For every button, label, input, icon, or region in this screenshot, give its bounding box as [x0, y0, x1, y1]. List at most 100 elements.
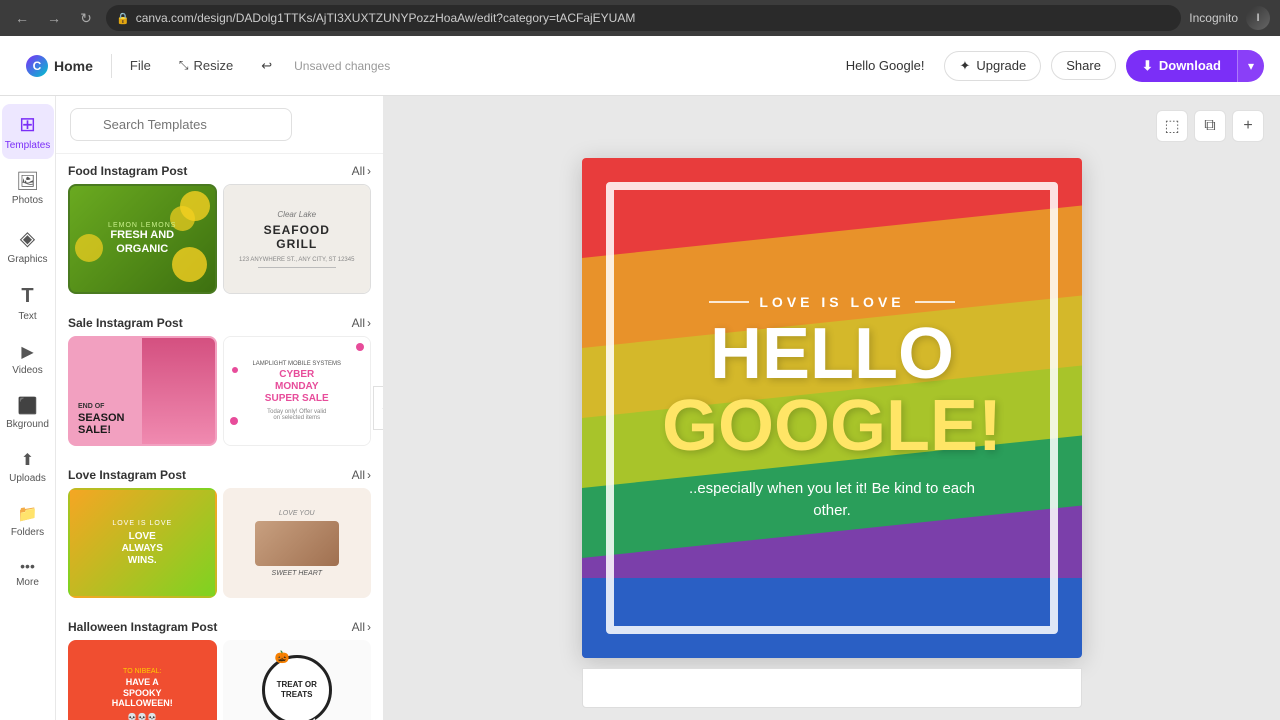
lock-icon: 🔒 — [116, 12, 130, 25]
header-right: Hello Google! ✦ Upgrade Share ⬇ Download… — [836, 50, 1264, 82]
url-bar[interactable]: 🔒 canva.com/design/DADolg1TTKs/AjTI3XUXT… — [106, 5, 1181, 31]
sidebar-item-uploads[interactable]: ⬆ Uploads — [2, 442, 54, 492]
download-main-button[interactable]: ⬇ Download — [1126, 50, 1237, 82]
halloween-template-2[interactable]: TREAT ORTREATS 🎃 🍬 A SPOOKY AFFAIR — [223, 640, 372, 720]
food-template-2[interactable]: Clear Lake SEAFOODGRILL 123 ANYWHERE ST.… — [223, 184, 372, 294]
text-icon: T — [21, 285, 33, 308]
love2-top: LOVE YOU — [279, 510, 315, 517]
photos-label: Photos — [12, 195, 43, 206]
uploads-icon: ⬆ — [21, 450, 34, 470]
food-section-title: Food Instagram Post — [68, 164, 187, 178]
halloween-section-title: Halloween Instagram Post — [68, 620, 217, 634]
food-template-1[interactable]: LEMON LEMONS Fresh andOrganic — [68, 184, 217, 294]
halloween2-title: TREAT ORTREATS — [277, 680, 317, 699]
sale-section-header: Sale Instagram Post All › — [68, 306, 371, 336]
sidebar-item-background[interactable]: ⬛ Bkground — [2, 388, 54, 438]
sidebar-item-graphics[interactable]: ◈ Graphics — [2, 218, 54, 273]
sidebar-item-folders[interactable]: 📁 Folders — [2, 496, 54, 546]
download-button-group: ⬇ Download ▾ — [1126, 50, 1264, 82]
more-label: More — [16, 577, 39, 588]
love2-bottom: SWEET HEART — [272, 570, 322, 577]
panel-collapse-button[interactable]: ‹ — [373, 386, 384, 430]
template-scroll: Food Instagram Post All › — [56, 154, 383, 720]
chevron-down-icon: ▾ — [1248, 59, 1254, 73]
love-line-left — [709, 301, 749, 303]
photos-icon: 🖼 — [16, 171, 39, 192]
home-button[interactable]: C Home — [16, 47, 103, 85]
download-dropdown-button[interactable]: ▾ — [1237, 50, 1264, 82]
upgrade-label: Upgrade — [976, 58, 1026, 73]
share-label: Share — [1066, 58, 1101, 73]
profile-avatar[interactable]: I — [1246, 6, 1270, 30]
upgrade-button[interactable]: ✦ Upgrade — [944, 51, 1041, 81]
frame-icon: ⬚ — [1164, 116, 1179, 136]
search-input[interactable] — [70, 108, 292, 141]
design-canvas[interactable]: LOVE IS LOVE HELLO GOOGLE! ..especially … — [582, 158, 1082, 658]
sale-section-all[interactable]: All › — [352, 316, 371, 330]
sale-template-2[interactable]: LAMPLIGHT MOBILE SYSTEMS CYBERMONDAYSUPE… — [223, 336, 372, 446]
undo-icon: ↩ — [261, 58, 272, 74]
download-arrow-icon: ⬇ — [1142, 58, 1153, 74]
sale2-title: CYBERMONDAYSUPER SALE — [265, 369, 329, 405]
sidebar-item-videos[interactable]: ▶ Videos — [2, 334, 54, 384]
reload-button[interactable]: ↻ — [74, 6, 98, 30]
icon-sidebar: ⊞ Templates 🖼 Photos ◈ Graphics T Text ▶… — [0, 96, 56, 720]
url-text: canva.com/design/DADolg1TTKs/AjTI3XUXTZU… — [136, 11, 636, 25]
sidebar-item-templates[interactable]: ⊞ Templates — [2, 104, 54, 159]
google-text: GOOGLE! — [662, 390, 1002, 462]
halloween-section-all[interactable]: All › — [352, 620, 371, 634]
love-template-2[interactable]: LOVE YOU SWEET HEART — [223, 488, 372, 598]
sidebar-item-photos[interactable]: 🖼 Photos — [2, 163, 54, 214]
copy-tool-button[interactable]: ⧉ — [1194, 110, 1226, 142]
sale-section: Sale Instagram Post All › END OF SEASONS… — [68, 306, 371, 446]
sale-section-title: Sale Instagram Post — [68, 316, 183, 330]
love-template-1[interactable]: LOVE IS LOVE LOVEALWAYSWINS. — [68, 488, 217, 598]
love-section-all[interactable]: All › — [352, 468, 371, 482]
undo-button[interactable]: ↩ — [251, 52, 282, 80]
love-is-love-text: LOVE IS LOVE — [709, 294, 954, 310]
back-button[interactable]: ← — [10, 6, 34, 30]
food2-title: SEAFOODGRILL — [264, 223, 330, 252]
folders-icon: 📁 — [18, 504, 38, 524]
food1-title-text: Fresh andOrganic — [108, 229, 176, 255]
chevron-right-icon: › — [367, 620, 371, 634]
browser-right: Incognito I — [1189, 6, 1270, 30]
sidebar-item-text[interactable]: T Text — [2, 277, 54, 330]
food2-subtitle: Clear Lake — [277, 210, 316, 219]
food-section: Food Instagram Post All › — [68, 154, 371, 294]
templates-label: Templates — [5, 140, 51, 151]
upgrade-star-icon: ✦ — [959, 58, 970, 74]
add-tool-button[interactable]: + — [1232, 110, 1264, 142]
love-section-header: Love Instagram Post All › — [68, 458, 371, 488]
halloween-template-1[interactable]: TO NIBEAL: HAVE ASPOOKYHALLOWEEN! 💀💀💀 — [68, 640, 217, 720]
resize-button[interactable]: ⤡ Resize — [169, 52, 243, 79]
uploads-label: Uploads — [9, 473, 46, 484]
text-label: Text — [18, 311, 36, 322]
graphics-icon: ◈ — [20, 226, 35, 251]
hello-google-button[interactable]: Hello Google! — [836, 52, 935, 79]
chevron-right-icon: › — [367, 468, 371, 482]
share-button[interactable]: Share — [1051, 51, 1116, 80]
forward-button[interactable]: → — [42, 6, 66, 30]
love-section-title: Love Instagram Post — [68, 468, 186, 482]
resize-label: Resize — [193, 58, 233, 73]
love1-main: LOVEALWAYSWINS. — [112, 531, 172, 567]
background-label: Bkground — [6, 419, 49, 430]
sale1-pre: END OF — [78, 403, 124, 410]
browser-bar: ← → ↻ 🔒 canva.com/design/DADolg1TTKs/AjT… — [0, 0, 1280, 36]
halloween-template-grid: TO NIBEAL: HAVE ASPOOKYHALLOWEEN! 💀💀💀 TR… — [68, 640, 371, 720]
sale-template-grid: END OF SEASONSALE! LAMPLIGHT MOBILE — [68, 336, 371, 446]
frame-tool-button[interactable]: ⬚ — [1156, 110, 1188, 142]
sidebar-item-more[interactable]: ••• More — [2, 550, 54, 596]
home-label: Home — [54, 58, 93, 74]
food2-address: 123 ANYWHERE ST., ANY CITY, ST 12345 — [239, 257, 354, 263]
file-button[interactable]: File — [120, 52, 161, 79]
sale-template-1[interactable]: END OF SEASONSALE! — [68, 336, 217, 446]
plus-icon: + — [1243, 117, 1252, 135]
food-section-all[interactable]: All › — [352, 164, 371, 178]
food-section-header: Food Instagram Post All › — [68, 154, 371, 184]
download-label: Download — [1159, 58, 1221, 73]
sale1-title: SEASONSALE! — [78, 412, 124, 436]
halloween1-title: HAVE ASPOOKYHALLOWEEN! — [112, 677, 173, 709]
sub-text: ..especially when you let it! Be kind to… — [682, 478, 982, 523]
